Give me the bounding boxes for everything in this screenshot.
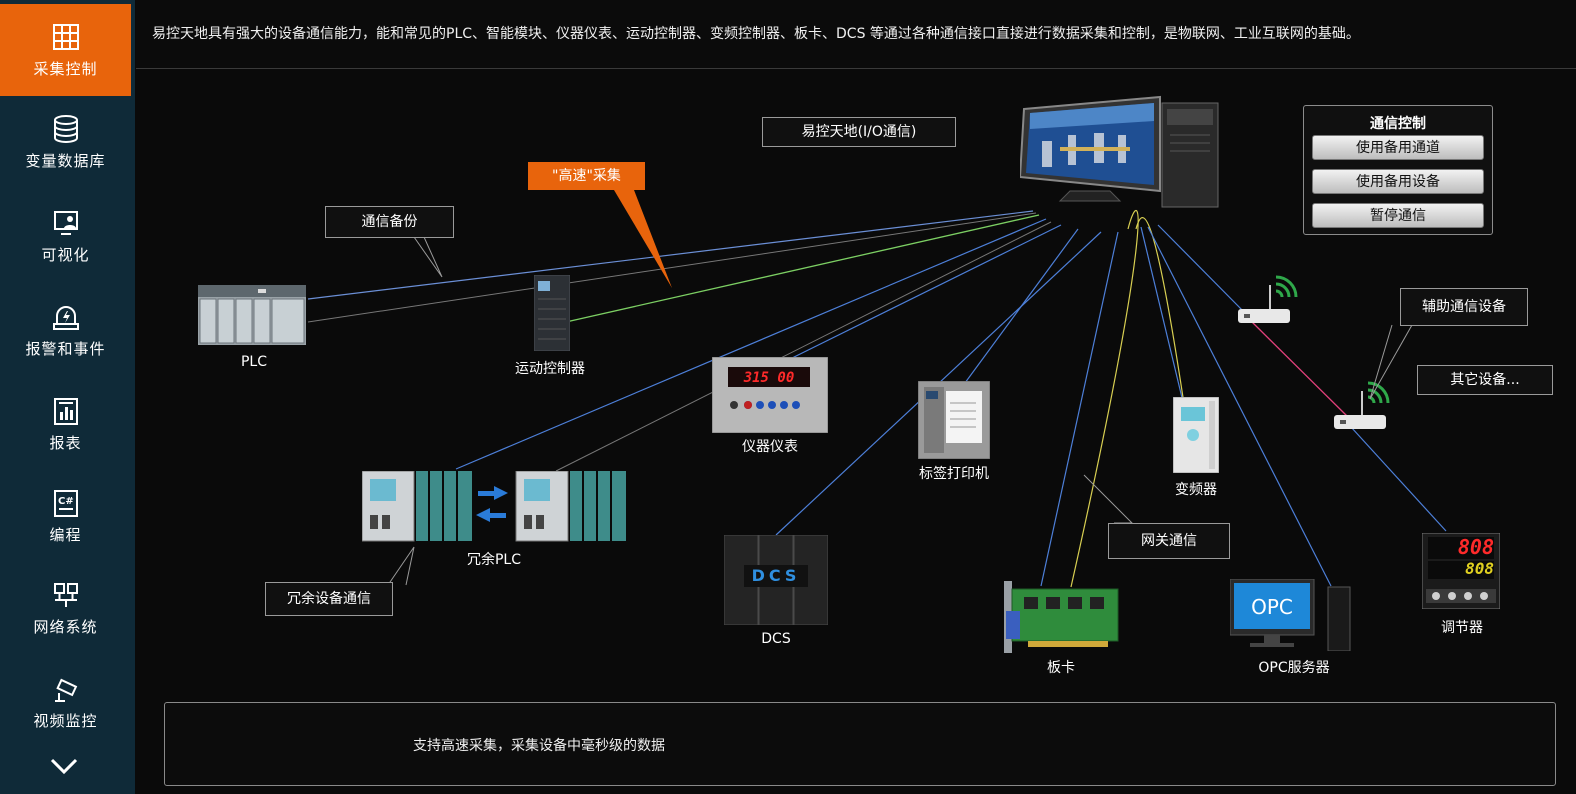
opc-logo: OPC	[1251, 595, 1293, 619]
sidebar-item-label: 编程	[49, 525, 82, 544]
instrument-label: 仪器仪表	[742, 439, 798, 455]
sidebar-item-variable-database[interactable]: 变量数据库	[0, 96, 131, 188]
database-icon	[53, 114, 78, 143]
vfd-inverter-icon	[1173, 397, 1219, 473]
pause-comm-button[interactable]: 暂停通信	[1312, 203, 1484, 228]
opc-server-label: OPC服务器	[1258, 660, 1330, 676]
vfd-label: 变频器	[1175, 482, 1217, 498]
sidebar-item-label: 视频监控	[33, 711, 98, 730]
sidebar-item-label: 报警和事件	[25, 339, 106, 358]
chevron-down-icon[interactable]	[48, 754, 80, 778]
sidebar-item-label: 采集控制	[33, 59, 98, 78]
gateway-callout-pointer	[1083, 474, 1134, 524]
computer-workstation-icon	[1020, 95, 1219, 208]
gateway-callout: 网关通信	[1108, 523, 1230, 559]
sidebar-item-label: 网络系统	[33, 617, 98, 636]
comm-panel-title: 通信控制	[1370, 116, 1426, 132]
camera-icon	[54, 678, 77, 702]
redundant-plc-icon	[362, 471, 626, 542]
aux-callout: 辅助通信设备	[1400, 288, 1528, 326]
sidebar-item-visualization[interactable]: 可视化	[0, 190, 131, 282]
diagram-stage: 易控天地(I/O通信) 通信控制 使用备用通道 使用备用设备 暂停通信 "高速"…	[136, 69, 1576, 794]
sidebar-item-network-system[interactable]: 网络系统	[0, 562, 131, 654]
backup-callout: 通信备份	[325, 206, 454, 238]
dcs-label: DCS	[761, 631, 791, 647]
card-label: 板卡	[1047, 660, 1075, 676]
report-chart-icon	[53, 397, 78, 425]
sidebar-item-label: 变量数据库	[25, 151, 106, 170]
sidebar-item-label: 报表	[49, 433, 82, 452]
regulator-label: 调节器	[1441, 620, 1483, 636]
csharp-code-icon: C#	[53, 489, 78, 517]
motion-controller-label: 运动控制器	[515, 361, 585, 377]
monitor-user-icon	[53, 210, 78, 235]
regulator-display-top: 808	[1457, 535, 1494, 559]
label-printer-label: 标签打印机	[919, 466, 989, 482]
sidebar-item-programming[interactable]: C# 编程	[0, 470, 131, 562]
use-backup-device-button[interactable]: 使用备用设备	[1312, 169, 1484, 194]
comm-control-panel: 通信控制 使用备用通道 使用备用设备 暂停通信	[1303, 105, 1493, 235]
hub-label: 易控天地(I/O通信)	[762, 117, 956, 147]
regulator-display-bottom: 808	[1465, 559, 1494, 578]
label-printer-icon	[918, 381, 990, 459]
header-description: 易控天地具有强大的设备通信能力，能和常见的PLC、智能模块、仪器仪表、运动控制器…	[152, 26, 1360, 42]
header-bar: 易控天地具有强大的设备通信能力，能和常见的PLC、智能模块、仪器仪表、运动控制器…	[136, 0, 1576, 69]
sidebar-item-acquisition-control[interactable]: 采集控制	[0, 4, 131, 96]
redundant-plc-label: 冗余PLC	[466, 552, 522, 568]
alarm-bolt-icon	[52, 305, 79, 330]
sidebar: 采集控制 变量数据库 可视化 报警和事件 报表 C# 编程 网络系统 视频监控	[0, 0, 135, 794]
wireless-node-icon	[1238, 275, 1298, 323]
high-speed-callout: "高速"采集	[552, 168, 621, 184]
sidebar-item-label: 可视化	[41, 245, 90, 264]
info-message-text: 支持高速采集，采集设备中毫秒级的数据	[413, 738, 665, 754]
sidebar-item-reports[interactable]: 报表	[0, 378, 131, 470]
motion-controller-icon	[534, 275, 570, 351]
other-devices-callout: 其它设备...	[1417, 365, 1553, 395]
sidebar-item-alarms-events[interactable]: 报警和事件	[0, 284, 131, 376]
info-message-box: 支持高速采集，采集设备中毫秒级的数据	[164, 702, 1556, 786]
plc-device-icon	[198, 285, 306, 345]
table-grid-icon	[52, 23, 79, 50]
dcs-display: DCS	[751, 566, 801, 585]
use-backup-channel-button[interactable]: 使用备用通道	[1312, 135, 1484, 160]
io-card-icon	[1004, 581, 1119, 653]
sidebar-item-video-surveillance[interactable]: 视频监控	[0, 656, 131, 748]
redundant-callout: 冗余设备通信	[265, 582, 393, 616]
network-icon	[53, 582, 78, 607]
plc-label: PLC	[240, 354, 268, 370]
svg-text:C#: C#	[58, 496, 74, 507]
instrument-display: 315 00	[743, 370, 795, 386]
